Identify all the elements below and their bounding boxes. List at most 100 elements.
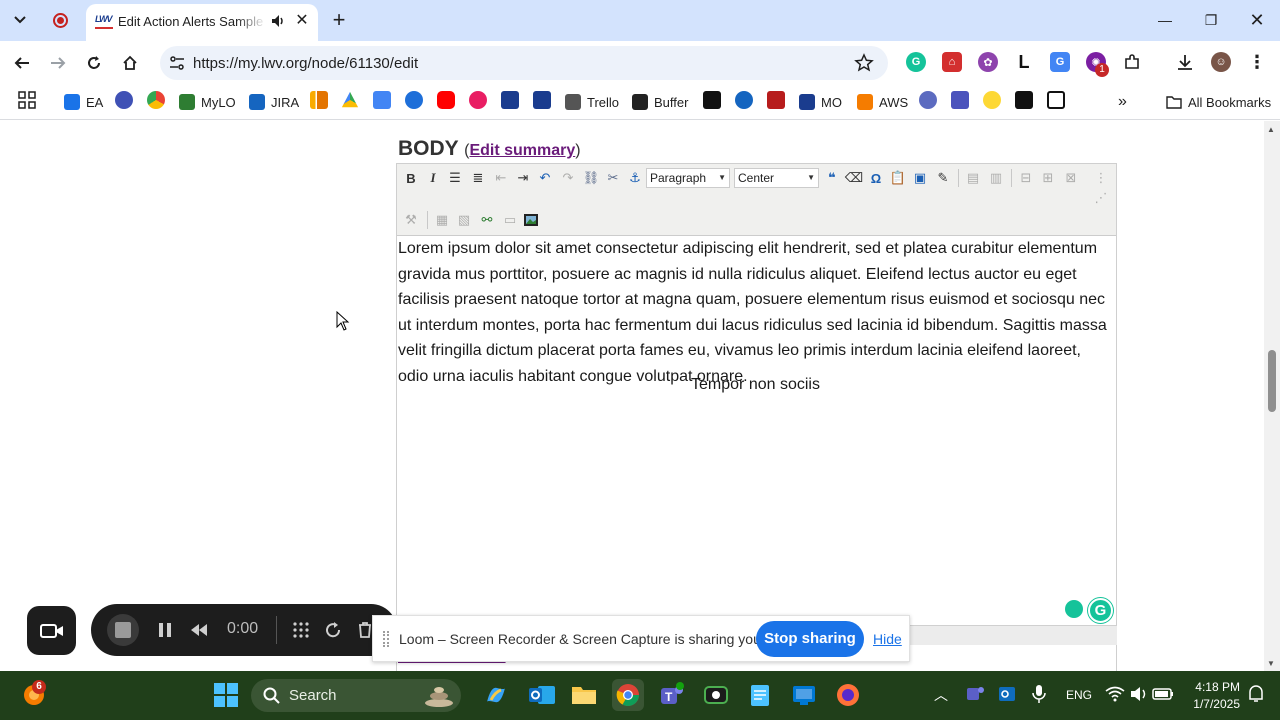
split-cell-icon[interactable]: ⚒ (401, 210, 421, 230)
tray-overflow-chevron-icon[interactable]: ︿ (934, 685, 948, 705)
outdent-icon[interactable]: ⇤ (491, 168, 511, 188)
col-insert-icon[interactable]: ⋮ (1091, 168, 1111, 188)
dots-bookmark-icon[interactable] (767, 91, 785, 109)
people-bookmark-icon[interactable] (115, 91, 133, 109)
teams-tray-icon[interactable] (962, 681, 988, 707)
hide-banner-link[interactable]: Hide (873, 631, 902, 647)
home-icon[interactable] (116, 49, 144, 77)
media-icon[interactable]: ▭ (500, 210, 520, 230)
clock-time[interactable]: 4:18 PM (1190, 680, 1240, 694)
chrome-bookmark-icon[interactable] (147, 91, 165, 109)
centered-paragraph[interactable]: Tempor non sociis (397, 376, 1114, 394)
analytics-bookmark-icon[interactable] (310, 91, 328, 109)
page-scrollbar[interactable]: ▲ ▼ (1264, 121, 1280, 671)
taskbar-search[interactable]: Search (251, 679, 461, 712)
alignment-select[interactable]: Center ▼ (734, 168, 819, 188)
copilot-icon[interactable] (480, 679, 512, 711)
bookmark-ea[interactable]: EA (64, 91, 103, 113)
restore-icon[interactable]: ❐ (1196, 6, 1226, 34)
special-char-icon[interactable]: Ω (866, 168, 886, 188)
swirl-bookmark-icon[interactable] (469, 91, 487, 109)
zoom-bookmark-icon[interactable] (405, 91, 423, 109)
outlook-icon[interactable] (526, 679, 558, 711)
bookmark-mylo[interactable]: MyLO (179, 91, 236, 113)
pdf-extension-icon[interactable]: ⌂ (942, 52, 962, 72)
bookmark-buffer[interactable]: Buffer (632, 91, 688, 113)
download-icon[interactable] (1175, 52, 1195, 72)
t-bookmark-icon[interactable] (703, 91, 721, 109)
l-extension-icon[interactable]: L (1014, 52, 1034, 72)
grammarly-badge-icon[interactable]: G (1088, 598, 1113, 623)
row-after-icon[interactable]: ⊞ (1038, 168, 1058, 188)
col-after-icon[interactable]: ⋰ (1091, 188, 1111, 208)
firefox-icon[interactable] (832, 679, 864, 711)
windows-start-icon[interactable] (210, 679, 242, 711)
paste-text-icon[interactable]: 📋 (888, 168, 908, 188)
menu-kebab-icon[interactable]: ⋮ (1247, 52, 1267, 72)
scroll-thumb[interactable] (1268, 350, 1276, 412)
table-props-icon[interactable]: ▥ (986, 168, 1006, 188)
rewind-icon[interactable] (189, 620, 209, 640)
notepad-icon[interactable] (744, 679, 776, 711)
bookmark-trello[interactable]: Trello (565, 91, 619, 113)
chrome-taskbar-icon[interactable] (612, 679, 644, 711)
bookmark-star-icon[interactable] (854, 53, 874, 73)
stop-sharing-button[interactable]: Stop sharing (756, 621, 864, 657)
tab-search-chevron-icon[interactable] (6, 6, 34, 34)
anchor-icon[interactable]: ⚓ (625, 168, 645, 188)
microphone-icon[interactable] (1026, 681, 1052, 707)
redo-icon[interactable]: ↷ (558, 168, 578, 188)
scroll-down-arrow-icon[interactable]: ▼ (1267, 659, 1275, 668)
restart-icon[interactable] (323, 620, 343, 640)
bookmark-jira[interactable]: JIRA (249, 91, 299, 113)
editor-body-text[interactable]: Lorem ipsum dolor sit amet consectetur a… (398, 236, 1115, 390)
blockquote-icon[interactable]: ❝ (822, 168, 842, 188)
volume-icon[interactable] (1126, 681, 1152, 707)
unlink-icon[interactable]: ✂ (603, 168, 623, 188)
cell-props-icon[interactable]: ▧ (454, 210, 474, 230)
link-icon[interactable]: ⛓ (581, 168, 601, 188)
battery-icon[interactable] (1150, 681, 1176, 707)
row-insert-icon[interactable]: ⊟ (1016, 168, 1036, 188)
lwv-bookmark-2-icon[interactable] (533, 91, 551, 109)
notification-bell-icon[interactable] (1244, 681, 1268, 707)
numbered-list-icon[interactable]: ≣ (468, 168, 488, 188)
new-tab-button[interactable]: + (326, 8, 352, 34)
loom-stop-button[interactable] (107, 614, 139, 646)
grammarly-assist-icon[interactable] (1065, 600, 1083, 618)
insert-link-icon[interactable]: ⚯ (477, 210, 497, 230)
active-tab[interactable]: LWV Edit Action Alerts Sample A ✕ (86, 4, 318, 41)
wifi-icon[interactable] (1102, 681, 1128, 707)
remote-desktop-icon[interactable] (788, 679, 820, 711)
profile-avatar[interactable]: ☺ (1211, 52, 1231, 72)
undo-icon[interactable]: ↶ (535, 168, 555, 188)
table-insert-icon[interactable]: ▤ (963, 168, 983, 188)
loom-camera-button[interactable] (27, 606, 76, 655)
format-select[interactable]: Paragraph ▼ (646, 168, 730, 188)
edit-summary-link[interactable]: Edit summary (469, 142, 575, 159)
bookmark-aws[interactable]: AWS (857, 91, 908, 113)
extensions-puzzle-icon[interactable] (1122, 52, 1142, 72)
outlook-tray-icon[interactable] (994, 681, 1020, 707)
notion-bookmark-icon[interactable] (1047, 91, 1065, 109)
file-explorer-icon[interactable] (568, 679, 600, 711)
more-bookmarks-chevron-icon[interactable]: » (1118, 91, 1127, 113)
all-bookmarks[interactable]: All Bookmarks (1166, 91, 1271, 113)
youtube-bookmark-icon[interactable] (437, 91, 455, 109)
yellow-bookmark-icon[interactable] (983, 91, 1001, 109)
back-icon[interactable] (8, 49, 36, 77)
e-bookmark-icon[interactable] (735, 91, 753, 109)
row-delete-icon[interactable]: ⊠ (1061, 168, 1081, 188)
lwv-bookmark-icon[interactable] (501, 91, 519, 109)
window-close-icon[interactable]: ✕ (1242, 6, 1272, 34)
drag-handle-icon[interactable] (383, 631, 389, 647)
insert-image-icon[interactable] (521, 210, 541, 230)
address-bar[interactable]: https://my.lwv.org/node/61130/edit (160, 46, 888, 80)
scroll-up-arrow-icon[interactable]: ▲ (1267, 125, 1275, 134)
audio-playing-icon[interactable] (270, 13, 286, 29)
gear-bookmark-icon[interactable] (919, 91, 937, 109)
bold-icon[interactable]: B (401, 168, 421, 188)
italic-icon[interactable]: I (423, 168, 443, 188)
recording-tab-icon[interactable] (49, 9, 71, 31)
language-indicator[interactable]: ENG (1066, 688, 1092, 702)
